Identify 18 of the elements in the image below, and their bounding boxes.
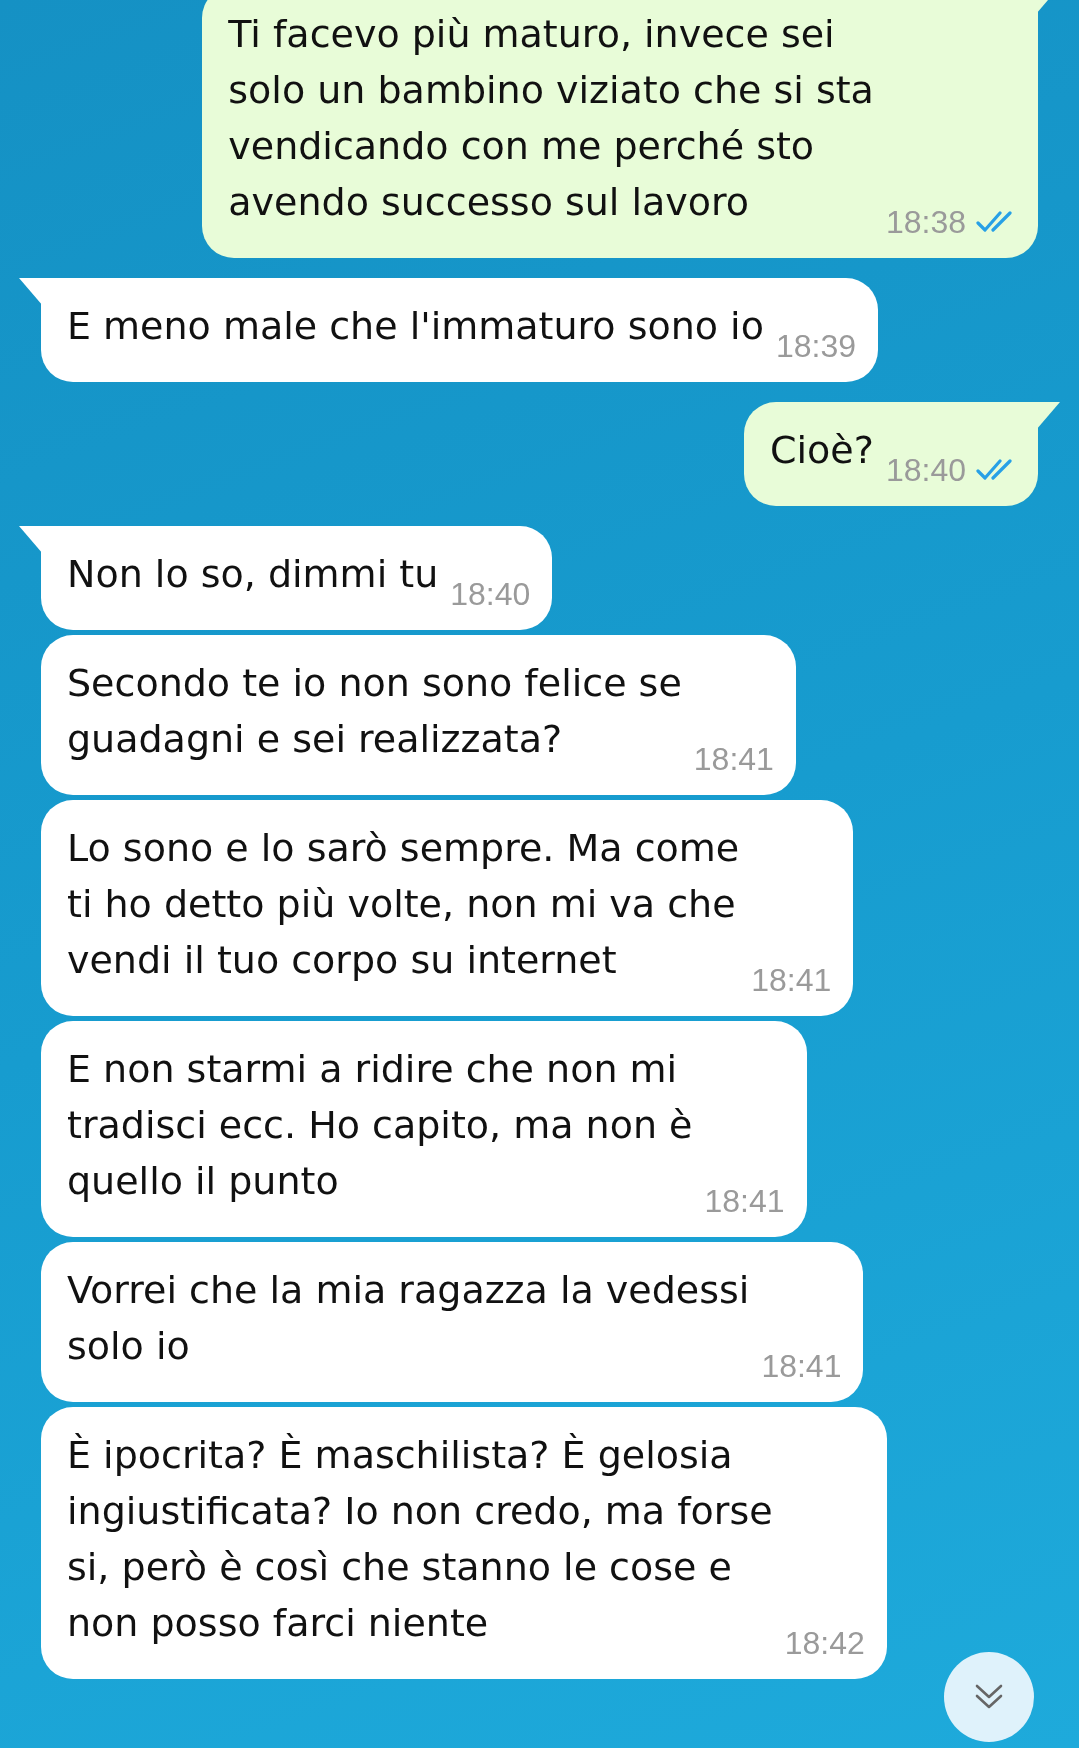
message-text: Secondo te io non sono felice se guadagni e sei realizzata? <box>67 660 682 763</box>
message-text: E non starmi a ridire che non mi tradisci ecc. Ho capito, ma non è quello il punto <box>67 1046 693 1205</box>
message-text: E meno male che l'immaturo sono io <box>67 303 764 350</box>
message-text: Lo sono e lo sarò sempre. Ma come ti ho detto più volte, non mi va che vendi il tuo corpo su internet <box>67 825 740 984</box>
message-text: Ti facevo più maturo, invece sei solo un bambino viziato che si sta vendicando con me perché sto avendo successo sul lavoro <box>228 11 874 226</box>
message-time: 18:40 <box>885 451 966 490</box>
message-text: Cioè? <box>770 427 874 474</box>
message-time: 18:41 <box>693 740 774 779</box>
message-text: Vorrei che la mia ragazza la vedessi solo io <box>67 1267 750 1370</box>
message-time: 18:41 <box>761 1347 842 1386</box>
message-time: 18:40 <box>450 575 531 614</box>
message-text: Non lo so, dimmi tu <box>67 551 439 598</box>
message-time: 18:38 <box>885 203 966 242</box>
message-time: 18:39 <box>775 327 856 366</box>
message-time: 18:42 <box>784 1624 865 1663</box>
message-time: 18:41 <box>751 961 832 1000</box>
message-text: È ipocrita? È maschilista? È gelosia ingiustificata? Io non credo, ma forse si, però è così che stanno le cose e non posso farci niente <box>67 1432 773 1647</box>
message-time: 18:41 <box>704 1182 785 1221</box>
